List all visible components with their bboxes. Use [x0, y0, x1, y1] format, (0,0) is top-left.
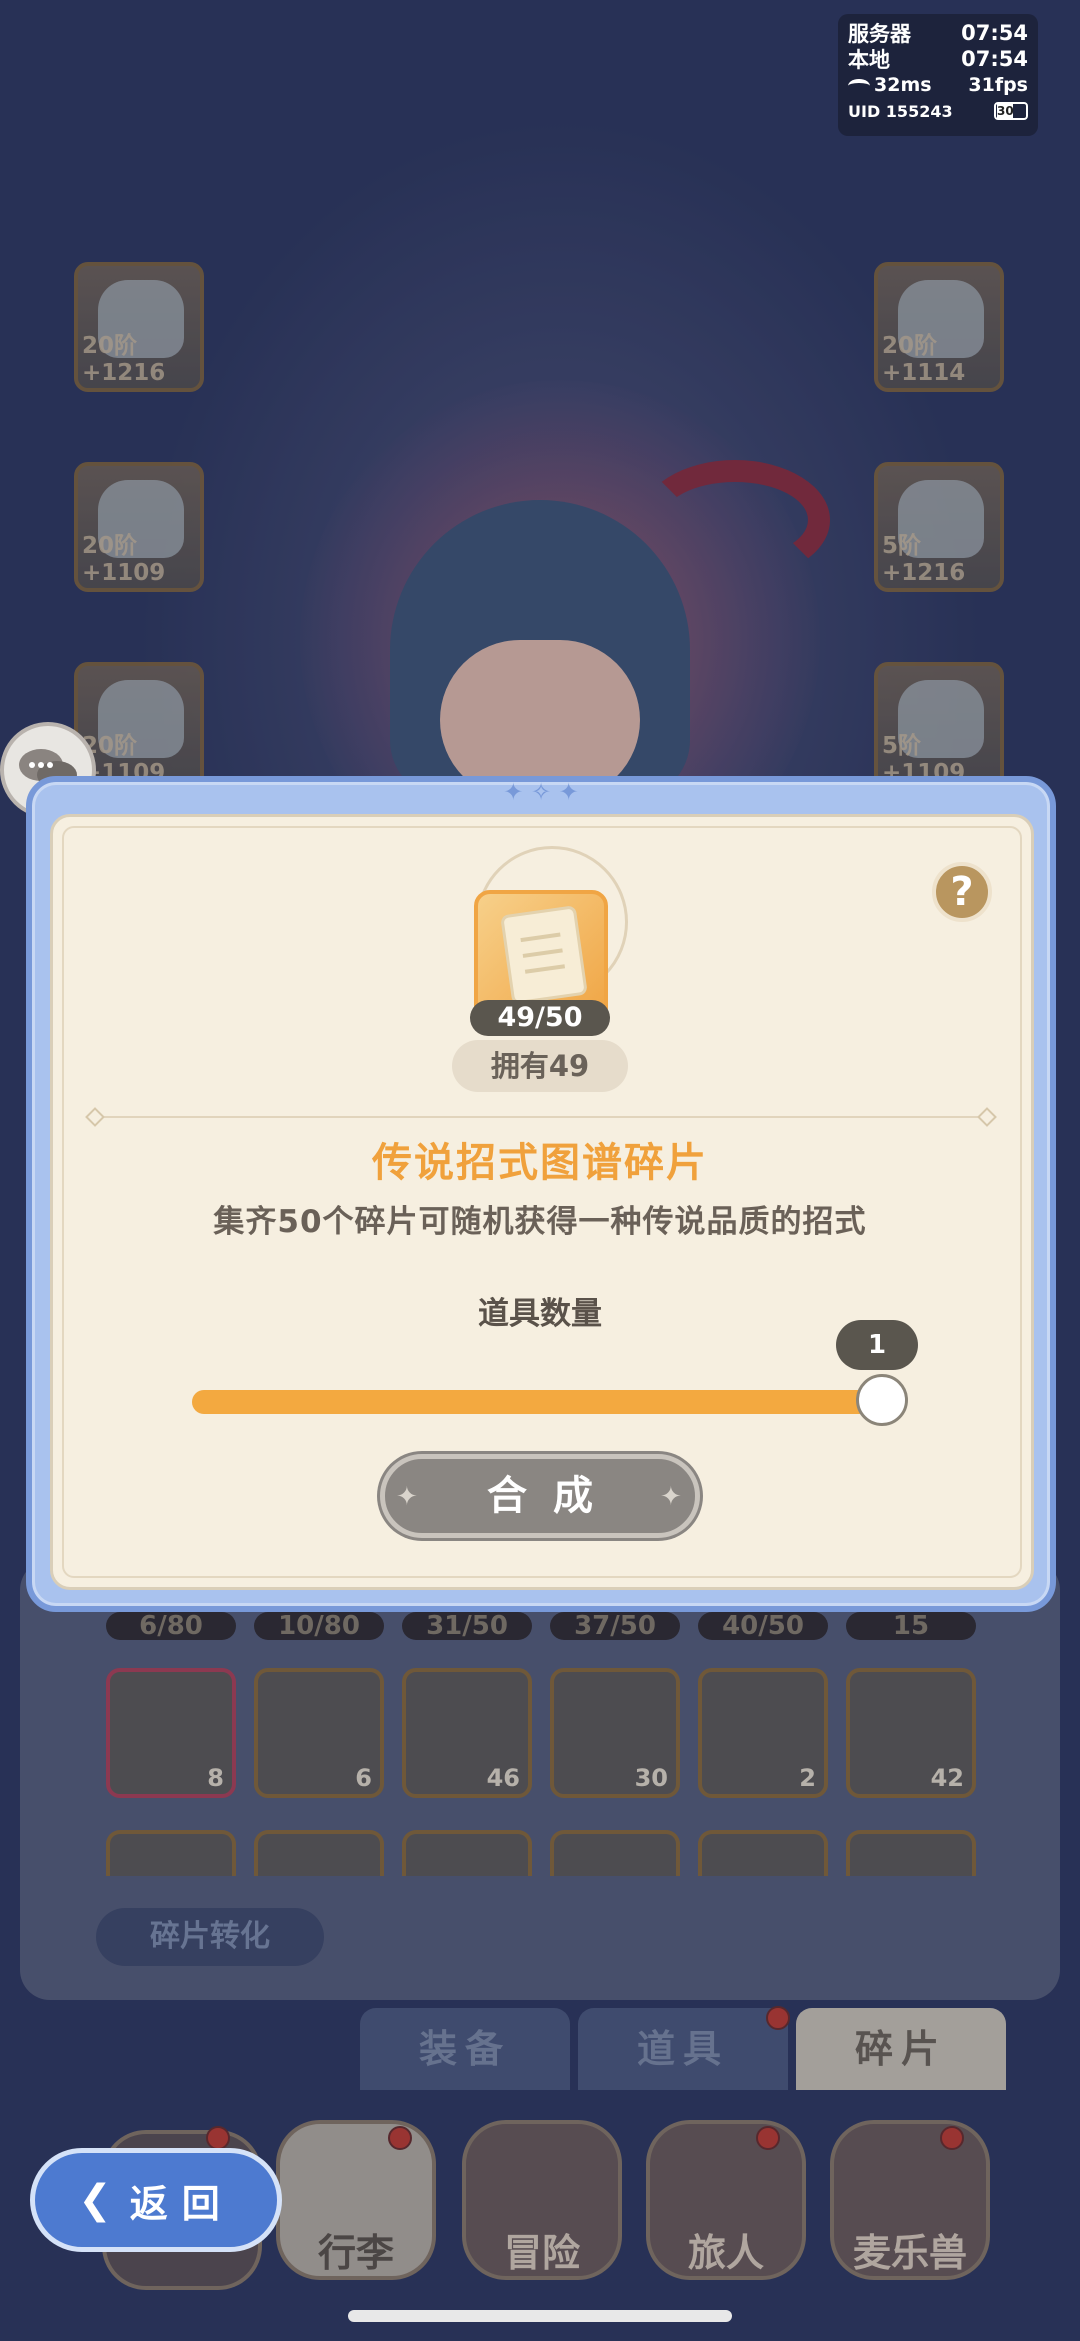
local-time: 07:54: [961, 47, 1028, 71]
back-label: 返回: [129, 2181, 234, 2226]
scroll-icon: [500, 905, 588, 1005]
status-panel: 服务器 07:54 本地 07:54 32ms 31fps UID 155243 30: [838, 14, 1038, 136]
sparkle-icon: ✦: [396, 1482, 418, 1512]
item-title: 传说招式图谱碎片: [372, 1140, 708, 1186]
wifi-icon: [848, 78, 870, 93]
help-button[interactable]: ?: [932, 862, 992, 922]
item-count: 49/50: [470, 1000, 610, 1036]
ping: 32ms: [874, 74, 932, 96]
battery-icon: 30: [994, 102, 1028, 120]
local-label: 本地: [848, 48, 890, 72]
divider: [98, 1116, 984, 1118]
home-indicator[interactable]: [348, 2310, 732, 2322]
synthesize-button[interactable]: 合成: [380, 1454, 700, 1538]
battery-level: 30: [997, 104, 1014, 118]
slider-fill: [192, 1390, 882, 1414]
uid: UID 155243: [848, 101, 953, 121]
chevron-left-icon: ❮: [78, 2177, 112, 2223]
owned-badge: 拥有49: [452, 1040, 628, 1092]
sparkle-icon: ✦: [660, 1482, 682, 1512]
synthesize-label: 合成: [487, 1473, 619, 1519]
quantity-value: 1: [836, 1320, 918, 1370]
quantity-label: 道具数量: [478, 1296, 602, 1332]
server-time: 07:54: [961, 21, 1028, 45]
quantity-slider[interactable]: [192, 1374, 908, 1426]
slider-handle[interactable]: [856, 1374, 908, 1426]
fps: 31fps: [968, 74, 1028, 96]
dialog-ornament: ✦ ✧ ✦: [503, 778, 579, 806]
item-description: 集齐50个碎片可随机获得一种传说品质的招式: [213, 1204, 867, 1240]
back-button[interactable]: ❮ 返回: [30, 2148, 282, 2252]
